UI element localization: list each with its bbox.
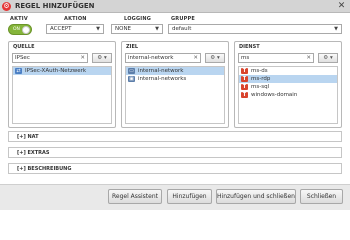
list-item-label: ms-ds: [251, 68, 268, 74]
hinzufuegen-button[interactable]: Hinzufügen: [167, 189, 212, 204]
logging-value: NONE: [115, 26, 132, 32]
list-item[interactable]: ▭ internal-network: [126, 67, 224, 75]
ziel-title: ZIEL: [126, 44, 139, 50]
logging-label: LOGGING: [124, 16, 152, 22]
list-item[interactable]: ▣ internal-networks: [126, 75, 224, 83]
service-icon: T: [241, 84, 248, 90]
quelle-title: QUELLE: [13, 44, 35, 50]
list-item[interactable]: T ms-rdp: [239, 75, 337, 83]
quelle-search-value: IPSec: [15, 55, 30, 61]
aktion-value: ACCEPT: [50, 26, 72, 32]
list-item[interactable]: T ms-sql: [239, 83, 337, 91]
window-title: REGEL HINZUFÜGEN: [15, 2, 95, 10]
dienst-search-input[interactable]: ms ✕: [238, 53, 314, 63]
service-icon: T: [241, 92, 248, 98]
network-icon: ▭: [128, 68, 135, 74]
schliessen-button[interactable]: Schließen: [300, 189, 343, 204]
gruppe-value: default: [172, 26, 192, 32]
aktiv-label: AKTIV: [10, 16, 28, 22]
chevron-down-icon: ▼: [96, 26, 100, 32]
dienst-list: T ms-ds T ms-rdp T ms-sql T windows-doma…: [238, 66, 338, 124]
gruppe-label: GRUPPE: [171, 16, 195, 22]
close-icon[interactable]: ✕: [336, 1, 347, 12]
network-group-icon: ▣: [128, 76, 135, 82]
footer-bar: Regel Assistent Hinzufügen Hinzufügen un…: [0, 184, 350, 210]
network-icon: ⇄: [15, 68, 22, 74]
list-item[interactable]: T ms-ds: [239, 67, 337, 75]
aktion-label: AKTION: [64, 16, 87, 22]
dienst-panel: DIENST ms ✕ ⚙ ▾ T ms-ds T ms-rdp T ms-sq…: [234, 41, 342, 128]
list-item-label: ms-sql: [251, 84, 270, 90]
chevron-down-icon: ▼: [155, 26, 159, 32]
quelle-list: ⇄ IPSec-XAuth-Netzwerk: [12, 66, 112, 124]
ziel-search-value: internal-network: [128, 55, 174, 61]
beschreibung-section[interactable]: [+] BESCHREIBUNG: [8, 163, 342, 174]
ziel-search-input[interactable]: internal-network ✕: [125, 53, 201, 63]
list-item-label: ms-rdp: [251, 76, 271, 82]
aktion-select[interactable]: ACCEPT ▼: [46, 24, 104, 34]
chevron-down-icon: ▼: [334, 26, 338, 32]
list-item[interactable]: T windows-domain: [239, 91, 337, 99]
regel-assistent-button[interactable]: Regel Assistent: [108, 189, 162, 204]
dienst-title: DIENST: [239, 44, 260, 50]
dienst-search-value: ms: [241, 55, 250, 61]
nat-section[interactable]: [+] NAT: [8, 131, 342, 142]
clear-icon[interactable]: ✕: [193, 54, 198, 62]
list-item[interactable]: ⇄ IPSec-XAuth-Netzwerk: [13, 67, 111, 75]
extras-section-label: [+] EXTRAS: [17, 150, 50, 156]
extras-section[interactable]: [+] EXTRAS: [8, 147, 342, 158]
clear-icon[interactable]: ✕: [80, 54, 85, 62]
dienst-settings-button[interactable]: ⚙ ▾: [318, 53, 338, 63]
nat-section-label: [+] NAT: [17, 134, 39, 140]
list-item-label: internal-networks: [138, 76, 187, 82]
gear-icon[interactable]: ⚙: [2, 2, 11, 11]
gruppe-select[interactable]: default ▼: [168, 24, 342, 34]
ziel-list: ▭ internal-network ▣ internal-networks: [125, 66, 225, 124]
toggle-state-label: ON: [13, 27, 20, 32]
quelle-settings-button[interactable]: ⚙ ▾: [92, 53, 112, 63]
hinzufuegen-und-schliessen-button[interactable]: Hinzufügen und schließen: [216, 189, 296, 204]
service-icon: T: [241, 76, 248, 82]
toggle-knob: [22, 26, 30, 34]
clear-icon[interactable]: ✕: [306, 54, 311, 62]
title-bar: ⚙ REGEL HINZUFÜGEN ✕: [0, 0, 350, 13]
list-item-label: IPSec-XAuth-Netzwerk: [25, 68, 87, 74]
quelle-panel: QUELLE IPSec ✕ ⚙ ▾ ⇄ IPSec-XAuth-Netzwer…: [8, 41, 116, 128]
aktiv-toggle[interactable]: ON: [8, 24, 32, 35]
service-icon: T: [241, 68, 248, 74]
beschreibung-section-label: [+] BESCHREIBUNG: [17, 166, 72, 172]
list-item-label: windows-domain: [251, 92, 298, 98]
ziel-panel: ZIEL internal-network ✕ ⚙ ▾ ▭ internal-n…: [121, 41, 229, 128]
list-item-label: internal-network: [138, 68, 184, 74]
logging-select[interactable]: NONE ▼: [111, 24, 163, 34]
quelle-search-input[interactable]: IPSec ✕: [12, 53, 88, 63]
ziel-settings-button[interactable]: ⚙ ▾: [205, 53, 225, 63]
